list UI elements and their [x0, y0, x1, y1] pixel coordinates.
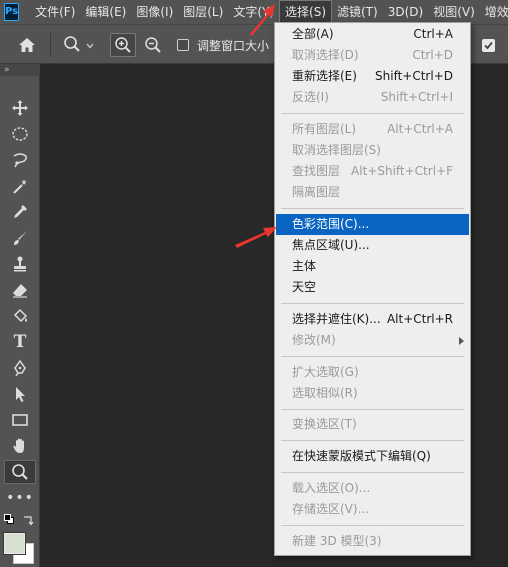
menu-separator — [281, 472, 464, 473]
menu-separator — [281, 440, 464, 441]
magnifier-icon — [63, 35, 81, 56]
menu-item-modify[interactable]: 修改(M) — [275, 330, 470, 351]
fit-screen-checkbox[interactable] — [480, 33, 496, 57]
paint-bucket-tool-icon[interactable] — [4, 304, 36, 328]
eraser-tool-icon[interactable] — [4, 278, 36, 302]
move-tool-icon[interactable] — [4, 96, 36, 120]
magic-wand-tool-icon[interactable] — [4, 174, 36, 198]
submenu-arrow-icon — [459, 337, 464, 345]
menu-separator — [281, 208, 464, 209]
menu-item-reselect[interactable]: 重新选择(E) Shift+Ctrl+D — [275, 66, 470, 87]
menu-layer[interactable]: 图层(L) — [178, 0, 228, 24]
default-colors-icon[interactable] — [4, 514, 16, 526]
foreground-color-swatch[interactable] — [3, 532, 26, 555]
menu-select[interactable]: 选择(S) — [279, 0, 332, 24]
more-tools-icon[interactable]: ••• — [4, 486, 36, 510]
resize-window-checkbox[interactable] — [176, 33, 190, 57]
path-selection-tool-icon[interactable] — [4, 382, 36, 406]
zoom-tool-icon[interactable] — [4, 460, 36, 484]
pen-tool-icon[interactable] — [4, 356, 36, 380]
checkmark-icon — [481, 38, 495, 52]
swap-colors-icon[interactable] — [22, 514, 34, 526]
red-arrow-annotation-menu — [250, 4, 275, 36]
menu-item-deselect[interactable]: 取消选择(D) Ctrl+D — [275, 45, 470, 66]
menu-3d[interactable]: 3D(D) — [383, 0, 428, 24]
menu-item-sky[interactable]: 天空 — [275, 277, 470, 298]
brush-tool-icon[interactable] — [4, 226, 36, 250]
menu-item-color-range[interactable]: 色彩范围(C)... — [276, 214, 469, 235]
lasso-tool-icon[interactable] — [4, 148, 36, 172]
select-menu-dropdown: 全部(A) Ctrl+A 取消选择(D) Ctrl+D 重新选择(E) Shift+C… — [274, 22, 471, 556]
menu-plugins[interactable]: 增效工 — [480, 0, 508, 24]
divider — [50, 33, 51, 57]
menu-item-inverse[interactable]: 反选(I) Shift+Ctrl+I — [275, 87, 470, 108]
menu-item-focus-area[interactable]: 焦点区域(U)... — [275, 235, 470, 256]
zoom-preset-dropdown[interactable] — [58, 33, 98, 57]
menu-item-find-layers[interactable]: 查找图层 Alt+Shift+Ctrl+F — [275, 161, 470, 182]
home-icon[interactable] — [14, 33, 40, 57]
red-arrow-annotation-color-range — [235, 227, 277, 248]
menu-item-all-layers[interactable]: 所有图层(L) Alt+Ctrl+A — [275, 119, 470, 140]
menu-item-save-selection[interactable]: 存储选区(V)... — [275, 499, 470, 520]
menu-item-select-and-mask[interactable]: 选择并遮住(K)... Alt+Ctrl+R — [275, 309, 470, 330]
rectangle-tool-icon[interactable] — [4, 408, 36, 432]
tools-panel: » T ••• — [0, 64, 40, 567]
type-tool-icon[interactable]: T — [4, 330, 36, 354]
eyedropper-tool-icon[interactable] — [4, 200, 36, 224]
chevron-down-icon — [86, 38, 94, 52]
menu-separator — [281, 525, 464, 526]
menu-item-quick-mask[interactable]: 在快速蒙版模式下编辑(Q) — [275, 446, 470, 467]
menu-item-transform-selection[interactable]: 变换选区(T) — [275, 414, 470, 435]
menu-file[interactable]: 文件(F) — [30, 0, 80, 24]
menu-item-similar[interactable]: 选取相似(R) — [275, 383, 470, 404]
menu-item-deselect-layers[interactable]: 取消选择图层(S) — [275, 140, 470, 161]
menu-item-load-selection[interactable]: 载入选区(O)... — [275, 478, 470, 499]
menu-separator — [281, 113, 464, 114]
menu-edit[interactable]: 编辑(E) — [80, 0, 131, 24]
menu-item-subject[interactable]: 主体 — [275, 256, 470, 277]
menu-separator — [281, 303, 464, 304]
menu-item-new-3d-model[interactable]: 新建 3D 模型(3) — [275, 531, 470, 552]
panel-collapse-icon[interactable]: » — [0, 64, 40, 76]
menu-image[interactable]: 图像(I) — [131, 0, 178, 24]
menu-separator — [281, 409, 464, 410]
marquee-tool-icon[interactable] — [4, 122, 36, 146]
menu-separator — [281, 356, 464, 357]
zoom-out-icon[interactable] — [140, 33, 166, 57]
menu-view[interactable]: 视图(V) — [428, 0, 480, 24]
menu-filter[interactable]: 滤镜(T) — [332, 0, 383, 24]
photoshop-logo: Ps — [4, 3, 20, 21]
clone-stamp-tool-icon[interactable] — [4, 252, 36, 276]
hand-tool-icon[interactable] — [4, 434, 36, 458]
menu-item-grow[interactable]: 扩大选取(G) — [275, 362, 470, 383]
zoom-in-icon[interactable] — [110, 33, 136, 57]
menu-item-all[interactable]: 全部(A) Ctrl+A — [275, 24, 470, 45]
menu-item-isolate-layers[interactable]: 隔离图层 — [275, 182, 470, 203]
